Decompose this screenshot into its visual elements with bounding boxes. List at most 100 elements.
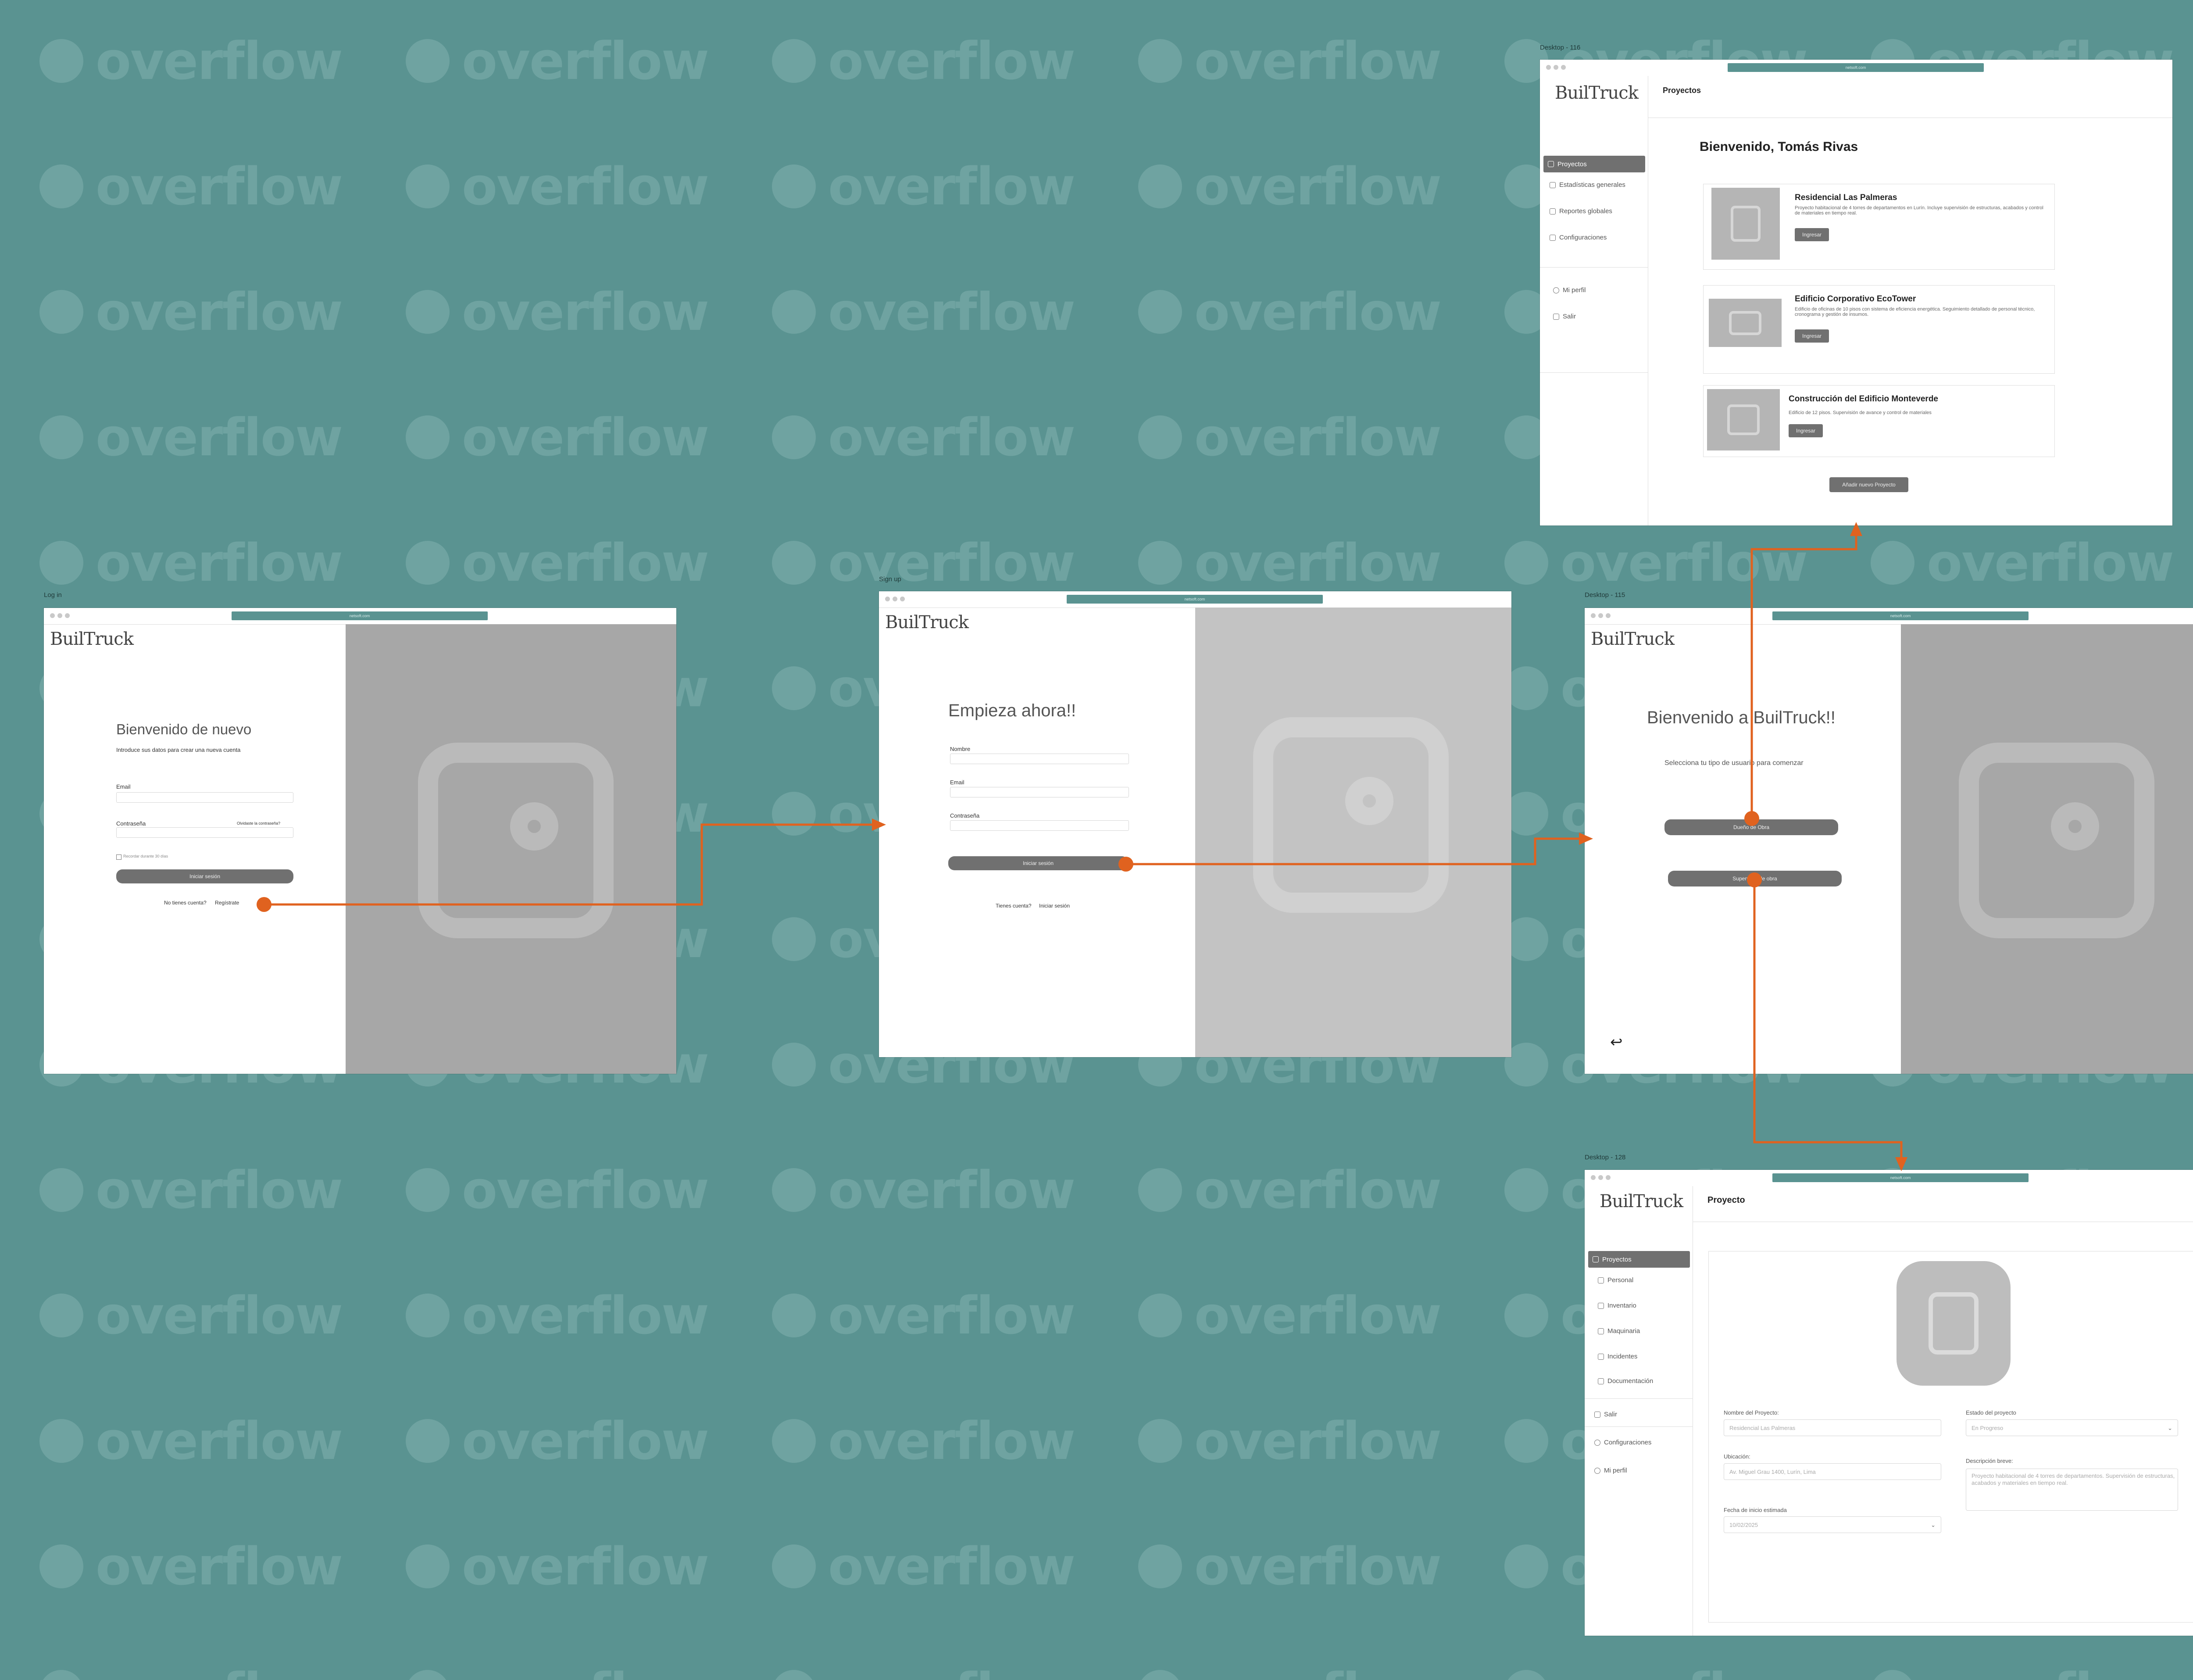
detail-header: Proyecto [1707,1195,1745,1205]
watermark: overflow [406,533,709,593]
add-project-button[interactable]: Añadir nuevo Proyecto [1829,477,1908,492]
supervisor-option-button[interactable]: Supervisor de obra [1668,871,1842,886]
project-thumbnail [1709,299,1782,347]
sidebar-item-statistics[interactable]: Estadísticas generales [1550,181,1625,189]
signup-submit-button[interactable]: Iniciar sesión [948,856,1128,870]
sidebar-item-incidents[interactable]: Incidentes [1598,1353,1637,1360]
watermark: overflow [772,1536,1075,1597]
login-submit-button[interactable]: Iniciar sesión [116,869,293,883]
description-textarea[interactable]: Proyecto habitacional de 4 torres de dep… [1966,1469,2178,1511]
project-thumbnail [1711,188,1780,260]
login-subtitle: Introduce sus datos para crear una nueva… [116,747,241,753]
detail-frame-label: Desktop - 128 [1585,1154,1626,1161]
role-subtitle: Selecciona tu tipo de usuario para comen… [1664,759,1804,767]
watermark: overflow [39,1536,343,1597]
project-description: Edificio de 12 pisos. Supervisión de ava… [1789,410,1932,415]
user-icon [1553,287,1559,293]
email-field[interactable] [950,787,1129,797]
url-bar[interactable]: netsoft.com [1772,611,2029,620]
watermark: overflow [406,1662,709,1680]
login-image-placeholder [346,624,676,1074]
url-bar[interactable]: netsoft.com [1728,63,1984,72]
start-date-select[interactable]: 10/02/2025 ⌄ [1724,1516,1941,1533]
project-detail-frame: netsoft.com BuilTruck Proyectos Personal… [1585,1170,2193,1636]
watermark: overflow [1871,533,2174,593]
description-label: Descripción breve: [1966,1458,2013,1464]
remember-checkbox[interactable] [116,854,121,860]
forgot-password-link[interactable]: Olvidaste la contraseña? [237,821,280,826]
watermark: overflow [39,533,343,593]
chevron-down-icon: ⌄ [1931,1522,1936,1528]
login-link[interactable]: Iniciar sesión [1039,903,1070,909]
browser-chrome: netsoft.com [1540,60,2172,76]
sidebar-item-reports[interactable]: Reportes globales [1550,207,1612,215]
people-icon [1598,1277,1604,1283]
watermark: overflow [406,282,709,342]
watermark: overflow [1138,156,1442,217]
email-field[interactable] [116,792,293,803]
url-bar[interactable]: netsoft.com [1772,1173,2029,1182]
project-status-select[interactable]: En Progreso ⌄ [1966,1419,2178,1436]
password-field[interactable] [950,820,1129,831]
url-bar[interactable]: netsoft.com [1067,595,1323,604]
watermark: overflow [406,31,709,91]
projects-frame-label: Desktop - 116 [1540,44,1581,51]
home-icon [1548,161,1554,167]
watermark: overflow [772,407,1075,468]
watermark: overflow [1138,1160,1442,1220]
logo: BuilTruck [1555,83,1639,103]
sidebar-item-profile[interactable]: Mi perfil [1594,1467,1627,1474]
watermark: overflow [39,407,343,468]
sidebar-item-settings[interactable]: Configuraciones [1594,1439,1651,1446]
logout-icon [1553,313,1559,320]
sidebar-item-settings[interactable]: Configuraciones [1550,234,1607,241]
watermark: overflow [406,407,709,468]
enter-project-button[interactable]: Ingresar [1795,329,1829,343]
watermark: overflow [1138,31,1442,91]
sidebar-item-projects[interactable]: Proyectos [1543,156,1645,172]
back-icon[interactable]: ↩ [1610,1033,1623,1051]
watermark: overflow [1138,407,1442,468]
project-description: Edificio de oficinas de 10 pisos con sis… [1795,307,2035,317]
chart-icon [1550,182,1556,188]
sidebar-item-machinery[interactable]: Maquinaria [1598,1327,1640,1335]
location-label: Ubicación: [1724,1453,1750,1460]
sidebar-item-staff[interactable]: Personal [1598,1276,1633,1284]
project-title: Edificio Corporativo EcoTower [1795,294,1916,304]
logo: BuilTruck [1591,629,1675,649]
role-frame-label: Desktop - 115 [1585,591,1625,599]
watermark: overflow [772,1662,1075,1680]
sidebar: BuilTruck Proyectos Personal Inventario … [1585,1186,1693,1636]
enter-project-button[interactable]: Ingresar [1795,228,1829,241]
image-icon [1959,743,2154,938]
watermark: overflow [772,31,1075,91]
watermark: overflow [772,1411,1075,1471]
name-field[interactable] [950,754,1129,764]
signup-title: Empieza ahora!! [948,701,1076,720]
register-link[interactable]: Regístrate [215,900,239,906]
sidebar-item-inventory[interactable]: Inventario [1598,1302,1636,1309]
watermark: overflow [39,1411,343,1471]
chevron-down-icon: ⌄ [2168,1425,2172,1431]
sidebar-item-documents[interactable]: Documentación [1598,1377,1653,1385]
sidebar-item-logout[interactable]: Salir [1553,313,1576,320]
location-input[interactable]: Av. Miguel Grau 1400, Lurín, Lima [1724,1463,1941,1480]
sidebar-item-projects[interactable]: Proyectos [1588,1251,1690,1268]
sidebar-item-logout[interactable]: Salir [1594,1411,1617,1418]
enter-project-button[interactable]: Ingresar [1789,424,1823,437]
url-bar[interactable]: netsoft.com [232,611,488,620]
browser-chrome: netsoft.com [1585,1170,2193,1186]
login-welcome: Bienvenido de nuevo [116,721,252,737]
project-image[interactable] [1897,1261,2011,1386]
watermark: overflow [39,1285,343,1346]
remember-label: Recordar durante 30 días [123,854,168,858]
sidebar: BuilTruck Proyectos Estadísticas general… [1540,76,1648,525]
project-card: Residencial Las Palmeras Proyecto habita… [1703,184,2055,270]
password-field[interactable] [116,827,293,838]
owner-option-button[interactable]: Dueño de Obra [1664,819,1838,835]
alert-icon [1598,1353,1604,1360]
sidebar-item-profile[interactable]: Mi perfil [1553,286,1586,294]
project-name-label: Nombre del Proyecto: [1724,1409,1779,1416]
logo: BuilTruck [1600,1191,1683,1212]
project-name-input[interactable]: Residencial Las Palmeras [1724,1419,1941,1436]
